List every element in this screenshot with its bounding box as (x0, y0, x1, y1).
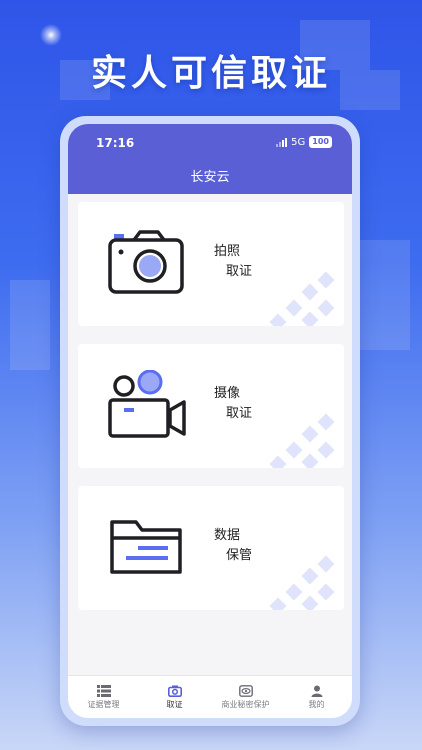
folder-icon (110, 520, 182, 574)
network-label: 5G (291, 136, 306, 148)
card-label-line2: 保管 (226, 548, 253, 563)
card-label-line1: 数据 (214, 528, 241, 543)
data-custody-card[interactable]: 数据 保管 (78, 486, 344, 610)
camera-icon (108, 230, 184, 294)
status-bar: 17:16 5G 100 长安云 (68, 124, 352, 194)
status-indicators: 5G 100 (276, 136, 332, 148)
eye-icon (238, 684, 253, 697)
bottom-tab-bar: 证据管理 取证 商业秘密保护 我的 (68, 675, 352, 718)
card-label-line2: 取证 (226, 406, 253, 421)
video-evidence-card[interactable]: 摄像 取证 (78, 344, 344, 468)
phone-frame: 17:16 5G 100 长安云 拍照 取证 摄像 取证 数据 保管 证据管理 … (60, 116, 360, 726)
diamond-pattern-decoration (269, 271, 335, 326)
background-decoration (10, 280, 50, 370)
tab-evidence-collect[interactable]: 取证 (139, 676, 210, 718)
card-label-line2: 取证 (226, 264, 253, 279)
list-icon (96, 684, 111, 697)
tab-evidence-management[interactable]: 证据管理 (68, 676, 139, 718)
tab-mine[interactable]: 我的 (281, 676, 352, 718)
tab-trade-secret-protection[interactable]: 商业秘密保护 (210, 676, 281, 718)
photo-evidence-card[interactable]: 拍照 取证 (78, 202, 344, 326)
background-decoration (360, 240, 410, 350)
status-time: 17:16 (96, 136, 135, 150)
app-title: 长安云 (190, 170, 230, 185)
user-icon (311, 685, 322, 697)
headline: 实人可信取证 (90, 53, 331, 94)
battery-icon: 100 (309, 136, 332, 148)
tab-label: 证据管理 (87, 699, 120, 709)
card-label-line1: 拍照 (214, 244, 241, 259)
camera-icon (167, 685, 182, 697)
video-camera-icon (108, 370, 186, 438)
tab-label: 我的 (308, 699, 325, 709)
diamond-pattern-decoration (269, 413, 335, 468)
signal-icon (276, 137, 288, 147)
diamond-pattern-decoration (269, 555, 335, 610)
tab-label: 商业秘密保护 (221, 699, 270, 709)
tab-label: 取证 (166, 699, 183, 709)
phone-screen: 17:16 5G 100 长安云 拍照 取证 摄像 取证 数据 保管 证据管理 … (68, 124, 352, 718)
card-label-line1: 摄像 (214, 386, 241, 401)
